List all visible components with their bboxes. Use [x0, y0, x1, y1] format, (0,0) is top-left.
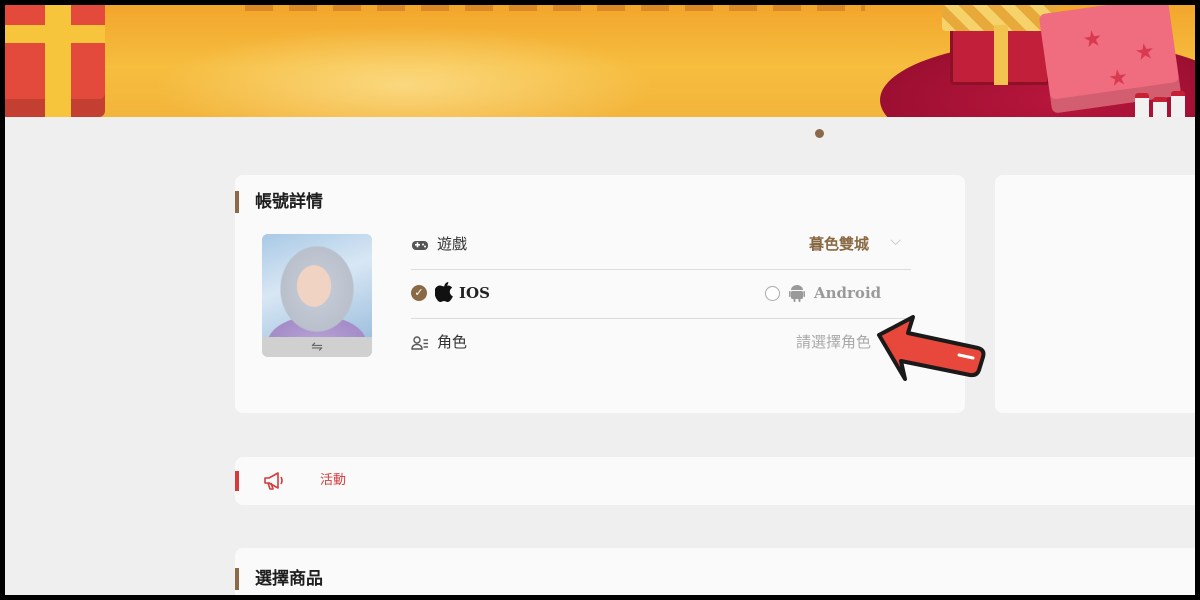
game-row[interactable]: 遊戲 暮色雙城 ⌵ [411, 221, 911, 270]
page: ★ ★ ★ 帳號詳情 ⇋ 遊戲 暮色雙城 ⌵ ✓ IOS Android 角色 … [5, 5, 1195, 595]
user-list-icon [411, 336, 428, 350]
arrow-pointer-icon [877, 315, 986, 381]
ios-radio-checked[interactable]: ✓ [411, 285, 427, 301]
products-card: 選擇商品 [235, 548, 1195, 595]
apple-icon [435, 282, 453, 302]
role-row[interactable]: 角色 請選擇角色 [411, 319, 911, 367]
chevron-down-icon[interactable]: ⌵ [890, 233, 901, 249]
ios-option-label[interactable]: IOS [459, 283, 490, 303]
firecracker-image [1153, 97, 1167, 117]
account-details-card: 帳號詳情 ⇋ 遊戲 暮色雙城 ⌵ ✓ IOS Android 角色 請選擇角色 [235, 175, 986, 413]
banner-glow [155, 25, 655, 117]
megaphone-icon [264, 472, 283, 490]
promo-banner[interactable]: ★ ★ ★ [5, 5, 1195, 117]
role-select-placeholder[interactable]: 請選擇角色 [796, 332, 871, 352]
game-label: 遊戲 [437, 235, 468, 253]
banner-title-art [245, 5, 865, 11]
account-details-title: 帳號詳情 [235, 191, 323, 213]
gift-box-gold-image [942, 5, 1058, 85]
role-label: 角色 [437, 333, 468, 351]
gamepad-icon [412, 241, 428, 250]
activity-label[interactable]: 活動 [320, 472, 346, 490]
firecracker-image [1135, 93, 1149, 117]
game-cover-image [262, 234, 372, 337]
game-select-value[interactable]: 暮色雙城 [809, 234, 869, 254]
activity-accent-bar [235, 471, 239, 491]
firecracker-image [1171, 91, 1185, 117]
side-card [995, 175, 1195, 413]
platform-row: ✓ IOS Android [411, 270, 911, 319]
activity-card[interactable]: 活動 [235, 457, 1195, 505]
products-title: 選擇商品 [235, 568, 323, 590]
android-icon [789, 285, 805, 302]
game-avatar[interactable]: ⇋ [262, 234, 372, 357]
gift-box-left-image [5, 5, 105, 117]
android-option-label[interactable]: Android [814, 283, 881, 303]
carousel-dot[interactable] [815, 129, 824, 138]
swap-icon[interactable]: ⇋ [262, 337, 372, 357]
android-radio[interactable] [765, 286, 780, 301]
